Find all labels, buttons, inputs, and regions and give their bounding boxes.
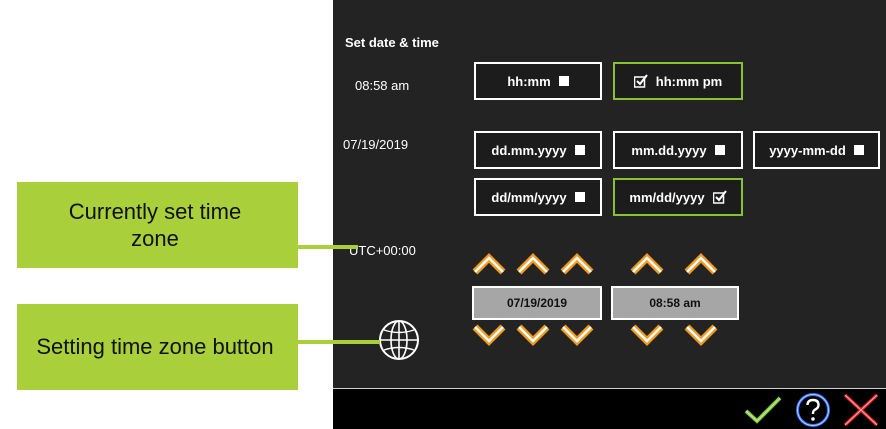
time-display: 08:58 am: [611, 286, 739, 320]
date-format-yyyy-mm-dd-button[interactable]: yyyy-mm-dd: [753, 131, 880, 169]
device-screen: [333, 0, 886, 429]
date-day-up-arrow-icon[interactable]: [516, 250, 550, 276]
current-date: 07/19/2019: [343, 137, 409, 152]
date-format-label: dd/mm/yyyy: [491, 189, 567, 205]
date-day-down-arrow-icon[interactable]: [516, 323, 550, 349]
current-time: 08:58 am: [355, 78, 410, 93]
checkbox-empty-icon: [574, 145, 585, 155]
date-month-down-arrow-icon[interactable]: [472, 323, 506, 349]
date-format-label: mm/dd/yyyy: [629, 189, 705, 205]
date-format-dd-mm-yyyy-button[interactable]: dd.mm.yyyy: [474, 131, 602, 169]
date-month-up-arrow-icon[interactable]: [472, 250, 506, 276]
timezone-callout: Currently set time zone: [17, 182, 293, 268]
date-year-down-arrow-icon[interactable]: [560, 323, 594, 349]
callout-bracket: [293, 304, 298, 390]
page-title: Set date & time: [345, 35, 439, 50]
timezone-button-callout: Setting time zone button: [17, 304, 293, 390]
close-icon[interactable]: [842, 392, 880, 428]
checkmark-icon[interactable]: [742, 395, 784, 425]
date-format-label: yyyy-mm-dd: [769, 142, 846, 158]
time-format-hhmm-button[interactable]: hh:mm: [474, 62, 602, 100]
time-hour-up-arrow-icon[interactable]: [630, 250, 664, 276]
globe-icon[interactable]: [377, 318, 421, 362]
date-format-mm-dd-yyyy-button[interactable]: mm.dd.yyyy: [613, 131, 743, 169]
checkbox-empty-icon: [714, 145, 725, 155]
timezone-value: UTC+00:00: [349, 243, 416, 258]
checkbox-empty-icon: [574, 192, 585, 202]
date-display: 07/19/2019: [472, 286, 602, 320]
date-format-mm-slash-button[interactable]: mm/dd/yyyy: [613, 178, 743, 216]
checkbox-checked-icon: [633, 74, 648, 88]
time-format-hhmm-pm-button[interactable]: hh:mm pm: [613, 62, 743, 100]
callout-text: Setting time zone button: [36, 334, 274, 360]
checkbox-empty-icon: [558, 76, 569, 86]
question-icon[interactable]: [795, 392, 831, 428]
time-format-label: hh:mm pm: [655, 73, 723, 89]
date-year-up-arrow-icon[interactable]: [560, 250, 594, 276]
date-format-label: dd.mm.yyyy: [491, 142, 567, 158]
callout-connector: [298, 245, 358, 249]
date-format-dd-slash-button[interactable]: dd/mm/yyyy: [474, 178, 602, 216]
checkbox-checked-icon: [712, 190, 727, 204]
time-minute-down-arrow-icon[interactable]: [684, 323, 718, 349]
time-format-label: hh:mm: [507, 73, 551, 89]
checkbox-empty-icon: [853, 145, 864, 155]
date-format-label: mm.dd.yyyy: [631, 142, 707, 158]
time-hour-down-arrow-icon[interactable]: [630, 323, 664, 349]
time-minute-up-arrow-icon[interactable]: [684, 250, 718, 276]
callout-bracket: [293, 182, 298, 268]
callout-connector: [298, 340, 380, 344]
callout-text: Currently set time zone: [68, 198, 242, 252]
